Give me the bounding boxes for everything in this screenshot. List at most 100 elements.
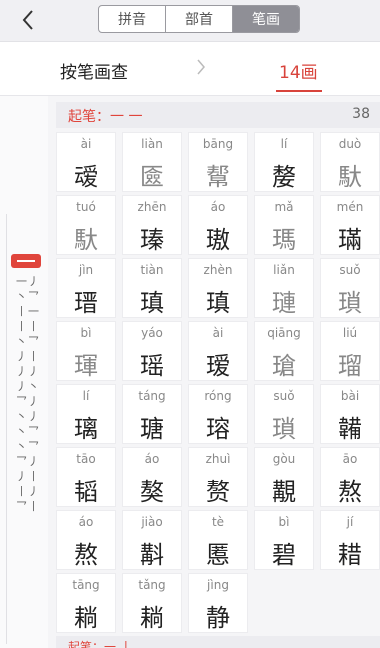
hanzi-character: 瑨: [74, 289, 98, 317]
character-cell[interactable]: róng 瑢: [188, 384, 248, 444]
character-cell[interactable]: duò 馱: [320, 132, 380, 192]
character-cell[interactable]: liú 瑠: [320, 321, 380, 381]
pinyin-label: yáo: [141, 326, 163, 340]
rail-item[interactable]: 乛丿: [8, 394, 48, 409]
pinyin-label: lí: [280, 137, 288, 151]
character-cell[interactable]: qiāng 瑲: [254, 321, 314, 381]
stroke-index-rail: 一丿 丶乛 丨一 丨丨 丶乛 丿丨 丿丿 丿丶 乛丿 丶丿 丶乛 丶乛 乛丿 丿丨 丨丿 乛丨: [0, 96, 48, 648]
rail-item[interactable]: 丿丨: [8, 469, 48, 484]
tab-stroke[interactable]: 笔画: [233, 6, 299, 32]
character-cell[interactable]: áo 熬: [56, 510, 116, 570]
hanzi-character: 斠: [140, 541, 164, 569]
rail-item[interactable]: 丶乛: [8, 289, 48, 304]
pinyin-label: qiāng: [267, 326, 301, 340]
pinyin-label: jìng: [207, 578, 229, 592]
pinyin-label: tiàn: [140, 263, 164, 277]
hanzi-character: 瑢: [206, 415, 230, 443]
rail-item[interactable]: 一丿: [8, 274, 48, 289]
hanzi-character: 琿: [74, 352, 98, 380]
pinyin-label: zhēn: [137, 200, 167, 214]
character-cell[interactable]: ài 叆: [56, 132, 116, 192]
character-cell[interactable]: ài 瑷: [188, 321, 248, 381]
hanzi-character: 馱: [74, 226, 98, 254]
character-cell[interactable]: bāng 幚: [188, 132, 248, 192]
pinyin-label: áo: [78, 515, 94, 529]
pinyin-label: áo: [210, 200, 226, 214]
pinyin-label: áo: [144, 452, 160, 466]
character-cell[interactable]: áo 獒: [122, 447, 182, 507]
rail-item[interactable]: 丶乛: [8, 439, 48, 454]
pinyin-label: jiào: [141, 515, 163, 529]
next-section-header: 起笔：一 丨: [56, 636, 380, 648]
character-cell[interactable]: bì 琿: [56, 321, 116, 381]
character-cell[interactable]: tāo 韬: [56, 447, 116, 507]
character-cell[interactable]: lí 璃: [56, 384, 116, 444]
rail-item[interactable]: 丿丶: [8, 379, 48, 394]
character-cell[interactable]: suǒ 瑣: [320, 258, 380, 318]
hanzi-character: 瑲: [272, 352, 296, 380]
next-section-title: 起笔：一 丨: [68, 640, 132, 648]
rail-item[interactable]: 丿丨: [8, 349, 48, 364]
hanzi-character: 韛: [338, 415, 362, 443]
rail-item[interactable]: 丨丿: [8, 484, 48, 499]
character-cell[interactable]: zhēn 瑧: [122, 195, 182, 255]
rail-item[interactable]: 丿丿: [8, 364, 48, 379]
section-header: 起笔：一 一 38: [56, 102, 380, 128]
hanzi-character: 瑪: [272, 226, 296, 254]
character-cell[interactable]: lí 嫠: [254, 132, 314, 192]
character-cell[interactable]: liàn 匳: [122, 132, 182, 192]
rail-item[interactable]: 丶乛: [8, 424, 48, 439]
character-cell[interactable]: bì 碧: [254, 510, 314, 570]
character-cell[interactable]: mǎ 瑪: [254, 195, 314, 255]
top-bar: 拼音 部首 笔画: [0, 0, 380, 42]
rail-item[interactable]: 乛丨: [8, 499, 48, 514]
breadcrumb-stroke-count[interactable]: 14画: [279, 58, 318, 83]
character-cell[interactable]: mén 璊: [320, 195, 380, 255]
section-title: 起笔：一 一: [68, 109, 143, 125]
rail-item[interactable]: 丶丿: [8, 409, 48, 424]
character-cell[interactable]: táng 瑭: [122, 384, 182, 444]
hanzi-character: 耥: [140, 604, 164, 632]
character-cell[interactable]: jìng 静: [188, 573, 248, 633]
hanzi-character: 瑱: [206, 289, 230, 317]
rail-item[interactable]: 丶乛: [8, 334, 48, 349]
pinyin-label: tǎng: [138, 578, 166, 592]
hanzi-character: 璉: [272, 289, 296, 317]
rail-item[interactable]: 丨丨: [8, 319, 48, 334]
character-cell[interactable]: bài 韛: [320, 384, 380, 444]
character-cell[interactable]: zhuì 赘: [188, 447, 248, 507]
hanzi-character: 璈: [206, 226, 230, 254]
rail-selected-badge[interactable]: [11, 254, 41, 268]
rail-item[interactable]: 丨一: [8, 304, 48, 319]
character-cell[interactable]: liǎn 璉: [254, 258, 314, 318]
tab-pinyin[interactable]: 拼音: [99, 6, 166, 32]
character-cell[interactable]: yáo 瑶: [122, 321, 182, 381]
hanzi-character: 韬: [74, 478, 98, 506]
rail-divider: [6, 214, 7, 644]
pinyin-label: bì: [278, 515, 290, 529]
character-cell[interactable]: tuó 馱: [56, 195, 116, 255]
character-cell[interactable]: tè 慝: [188, 510, 248, 570]
pinyin-label: jí: [346, 515, 354, 529]
character-cell[interactable]: zhèn 瑱: [188, 258, 248, 318]
rail-item[interactable]: 乛丿: [8, 454, 48, 469]
character-cell[interactable]: suǒ 瑣: [254, 384, 314, 444]
character-cell[interactable]: tiàn 瑱: [122, 258, 182, 318]
pinyin-label: tāo: [76, 452, 96, 466]
character-cell[interactable]: jí 耤: [320, 510, 380, 570]
back-button[interactable]: [14, 6, 42, 34]
tab-radical[interactable]: 部首: [166, 6, 233, 32]
character-cell[interactable]: tǎng 耥: [122, 573, 182, 633]
hanzi-character: 瑶: [140, 352, 164, 380]
pinyin-label: duò: [338, 137, 362, 151]
lookup-mode-segmented-control: 拼音 部首 笔画: [98, 5, 300, 33]
hanzi-character: 瑣: [272, 415, 296, 443]
breadcrumb-stroke-lookup[interactable]: 按笔画查: [60, 58, 128, 83]
character-cell[interactable]: jiào 斠: [122, 510, 182, 570]
chevron-left-icon: [22, 10, 33, 30]
character-cell[interactable]: gòu 覯: [254, 447, 314, 507]
character-cell[interactable]: áo 璈: [188, 195, 248, 255]
character-cell[interactable]: āo 熬: [320, 447, 380, 507]
character-cell[interactable]: jìn 瑨: [56, 258, 116, 318]
character-cell[interactable]: tāng 耥: [56, 573, 116, 633]
